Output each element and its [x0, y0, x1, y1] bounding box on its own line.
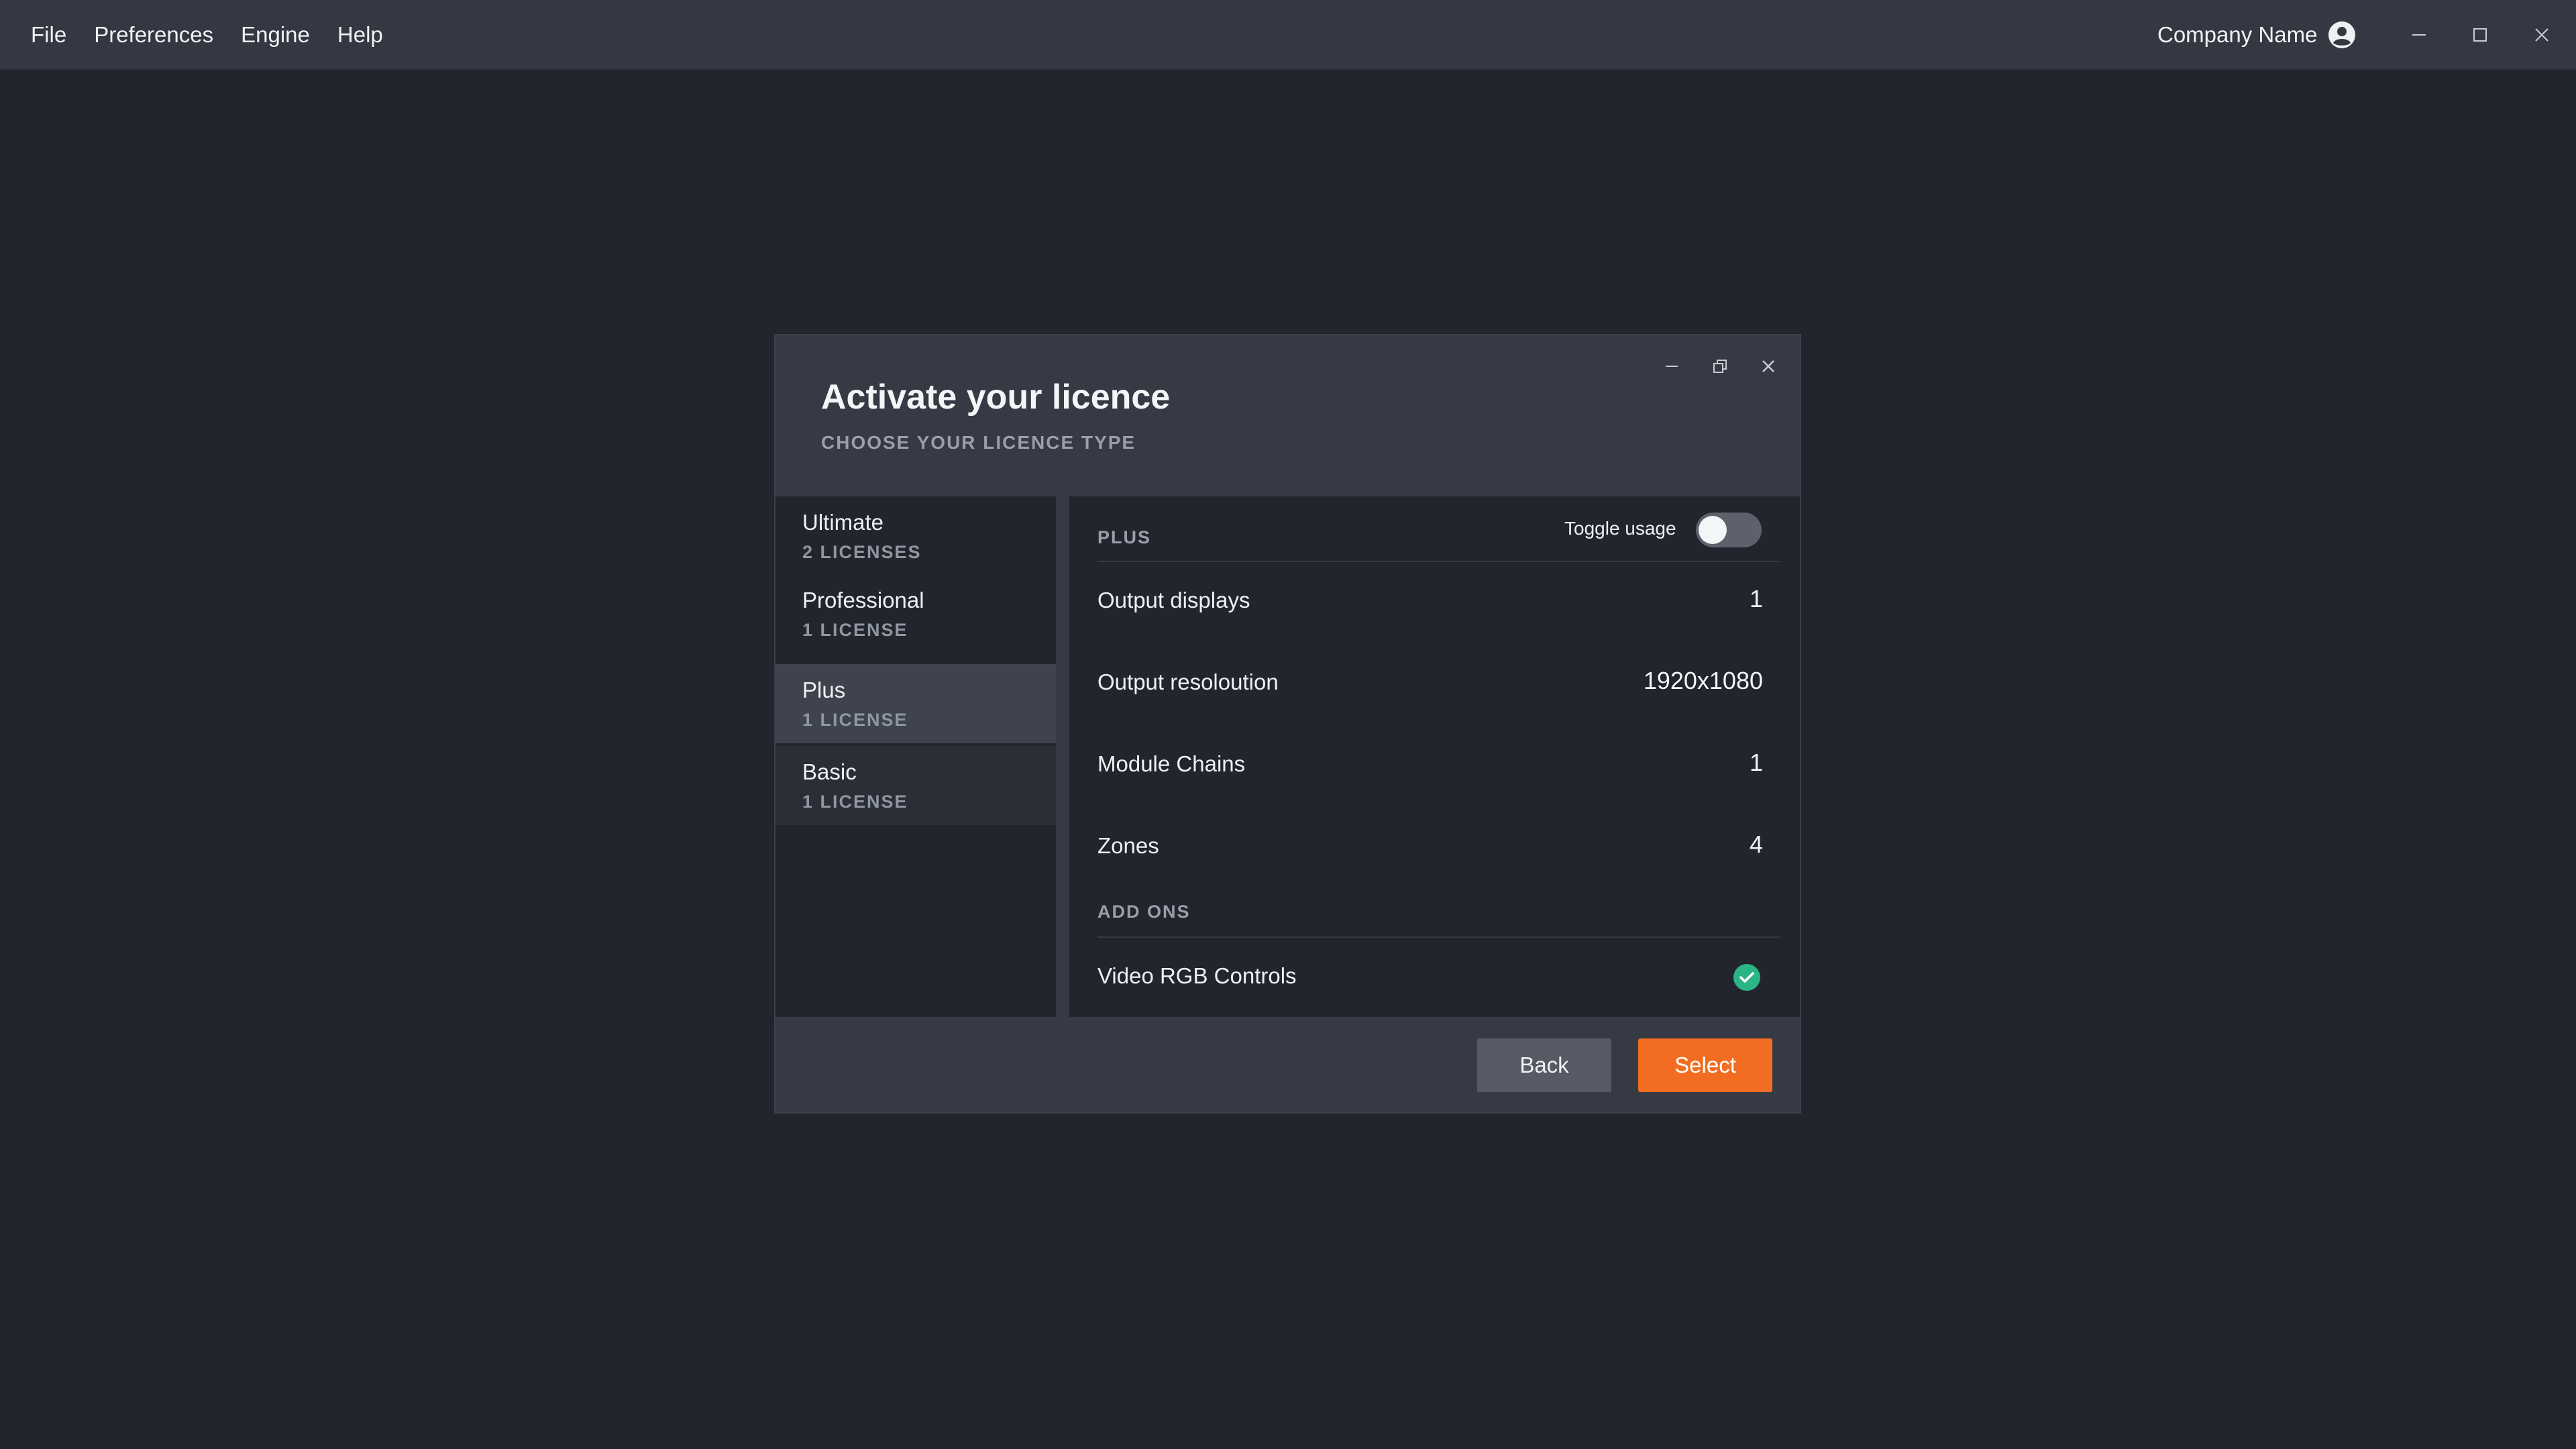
license-item-basic[interactable]: Basic 1 LICENSE — [775, 746, 1056, 825]
license-detail-panel: PLUS Toggle usage Output displays 1 Outp… — [1069, 496, 1800, 1017]
menu-file[interactable]: File — [31, 22, 66, 48]
section-divider — [1097, 561, 1780, 562]
account-name: Company Name — [2157, 22, 2318, 47]
license-list: Ultimate 2 LICENSES Professional 1 LICEN… — [775, 496, 1056, 1017]
row-label-zones: Zones — [1097, 833, 1159, 858]
row-label-output-resolution: Output resoloution — [1097, 669, 1279, 694]
menu-engine[interactable]: Engine — [241, 22, 310, 48]
dialog-restore-button[interactable] — [1704, 350, 1736, 382]
back-button[interactable]: Back — [1477, 1038, 1611, 1092]
app-titlebar: File Preferences Engine Help Company Nam… — [0, 0, 2576, 70]
row-value-output-resolution: 1920x1080 — [1643, 667, 1763, 694]
dialog-minimize-button[interactable] — [1656, 350, 1688, 382]
dialog-header: Activate your licence CHOOSE YOUR LICENC… — [775, 335, 1800, 496]
section-title-plus: PLUS — [1097, 527, 1152, 547]
row-value-output-displays: 1 — [1749, 585, 1763, 612]
window-minimize-button[interactable] — [2402, 18, 2436, 52]
license-name: Professional — [802, 588, 924, 612]
minimize-icon — [1666, 366, 1678, 367]
menu-bar: File Preferences Engine Help — [31, 0, 411, 70]
license-count: 2 LICENSES — [802, 542, 922, 562]
license-count: 1 LICENSE — [802, 710, 908, 730]
license-item-professional[interactable]: Professional 1 LICENSE — [775, 574, 1056, 653]
toggle-usage-label: Toggle usage — [1564, 518, 1676, 539]
minimize-icon — [2412, 34, 2426, 36]
dialog-footer: Back Select — [775, 1017, 1800, 1112]
toggle-usage-switch[interactable] — [1696, 513, 1762, 547]
close-icon — [2535, 28, 2548, 42]
license-name: Plus — [802, 678, 846, 702]
section-title-add-ons: ADD ONS — [1097, 902, 1191, 922]
toggle-knob — [1699, 516, 1727, 544]
dialog-subtitle: CHOOSE YOUR LICENCE TYPE — [821, 432, 1136, 453]
row-value-module-chains: 1 — [1749, 749, 1763, 776]
dialog-close-button[interactable] — [1752, 350, 1784, 382]
account-menu[interactable]: Company Name — [2157, 0, 2356, 70]
select-button[interactable]: Select — [1638, 1038, 1772, 1092]
row-label-module-chains: Module Chains — [1097, 751, 1246, 776]
license-count: 1 LICENSE — [802, 792, 908, 812]
row-label-output-displays: Output displays — [1097, 588, 1250, 612]
restore-icon — [1713, 360, 1727, 373]
panel-divider — [1056, 496, 1069, 1017]
license-item-plus[interactable]: Plus 1 LICENSE — [775, 664, 1056, 743]
menu-help[interactable]: Help — [337, 22, 383, 48]
dialog-title: Activate your licence — [821, 378, 1171, 417]
check-circle-icon — [1733, 964, 1760, 991]
section-divider — [1097, 936, 1780, 938]
license-item-ultimate[interactable]: Ultimate 2 LICENSES — [775, 496, 1056, 576]
activate-licence-dialog: Activate your licence CHOOSE YOUR LICENC… — [774, 334, 1801, 1114]
addon-label-video-rgb-controls: Video RGB Controls — [1097, 963, 1297, 988]
maximize-icon — [2473, 28, 2487, 42]
row-value-zones: 4 — [1749, 830, 1763, 858]
window-close-button[interactable] — [2525, 18, 2559, 52]
window-maximize-button[interactable] — [2463, 18, 2497, 52]
license-count: 1 LICENSE — [802, 620, 908, 640]
license-name: Basic — [802, 759, 857, 784]
menu-preferences[interactable]: Preferences — [94, 22, 213, 48]
account-circle-icon — [2328, 21, 2356, 48]
close-icon — [1762, 360, 1774, 372]
license-name: Ultimate — [802, 510, 884, 535]
